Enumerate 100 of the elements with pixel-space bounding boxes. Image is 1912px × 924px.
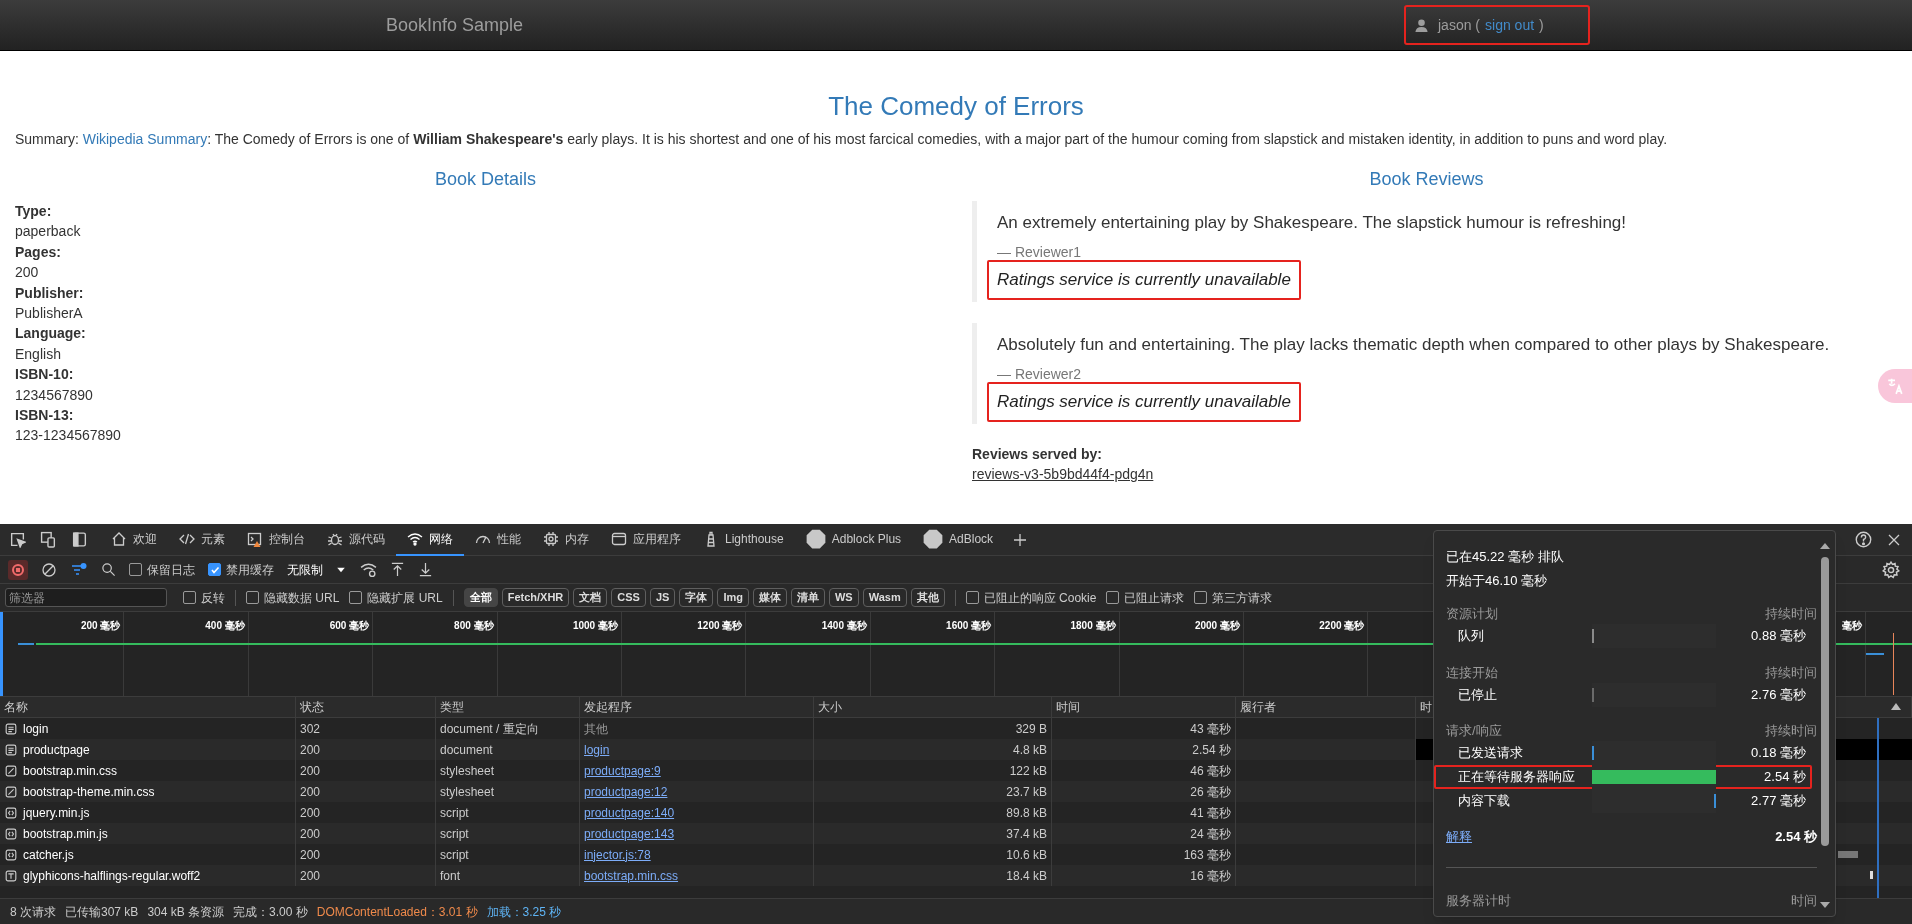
checkbox-label[interactable]: 已阻止的响应 Cookie bbox=[983, 588, 1097, 607]
initiator-link[interactable]: productpage:143 bbox=[584, 824, 675, 843]
scroll-up-icon[interactable] bbox=[1820, 543, 1830, 549]
checkbox[interactable] bbox=[183, 591, 196, 604]
devtools-tab[interactable]: Lighthouse bbox=[692, 523, 795, 556]
checkbox-label[interactable]: 反转 bbox=[201, 588, 225, 607]
devtools-tab[interactable]: 欢迎 bbox=[100, 523, 168, 556]
user-icon bbox=[1414, 17, 1429, 33]
type-filter-chip[interactable]: 清单 bbox=[790, 588, 825, 607]
served-by-link[interactable]: reviews-v3-5b9bd44f4-pdg4n bbox=[972, 464, 1154, 484]
checkbox[interactable] bbox=[246, 591, 259, 604]
ratings-message: Ratings service is currently unavailable bbox=[987, 382, 1301, 422]
devtools-tab[interactable]: Adblock Plus bbox=[794, 523, 913, 556]
review-text: An extremely entertaining play by Shakespeare. The slapstick humour is refreshing! bbox=[997, 212, 1626, 234]
section-title: 连接开始 bbox=[1446, 664, 1498, 682]
checkbox-label[interactable]: 隐藏扩展 URL bbox=[367, 588, 443, 607]
record-button[interactable] bbox=[8, 559, 28, 580]
section-title: 资源计划 bbox=[1446, 605, 1498, 623]
type-filter-chip[interactable]: JS bbox=[649, 588, 676, 607]
waterfall-bar bbox=[1870, 871, 1873, 879]
timeline-tick-label: 600 毫秒 bbox=[329, 619, 370, 633]
field-value: 1234567890 bbox=[15, 385, 93, 405]
column-header[interactable]: 发起程序 bbox=[584, 698, 632, 716]
checkbox[interactable] bbox=[1106, 591, 1120, 604]
devtools-tab[interactable]: 内存 bbox=[532, 523, 600, 556]
table-cell-text: 10.6 kB bbox=[1006, 846, 1047, 864]
initiator-link[interactable]: login bbox=[584, 740, 610, 759]
column-header[interactable]: 类型 bbox=[440, 698, 464, 716]
column-header[interactable]: 时 bbox=[1420, 698, 1432, 716]
type-filter-chip[interactable]: Img bbox=[717, 588, 749, 607]
upload-icon bbox=[390, 562, 405, 577]
checkbox[interactable] bbox=[349, 591, 363, 604]
timeline-bar bbox=[18, 643, 34, 645]
sign-out-link[interactable]: sign out bbox=[1485, 14, 1535, 36]
duration-heading: 持续时间 bbox=[1765, 664, 1818, 682]
checkbox[interactable] bbox=[129, 563, 142, 576]
type-filter-chip[interactable]: 文档 bbox=[573, 588, 608, 607]
table-cell-text: 163 毫秒 bbox=[1183, 846, 1231, 864]
type-filter-chip[interactable]: Wasm bbox=[862, 588, 907, 607]
type-filter-chip[interactable]: 其他 bbox=[910, 588, 945, 607]
initiator-link[interactable]: bootstrap.min.css bbox=[584, 866, 679, 885]
scrollbar-thumb[interactable] bbox=[1821, 557, 1829, 846]
devtools-tab[interactable]: 控制台 bbox=[236, 523, 316, 556]
sort-icon[interactable] bbox=[1891, 703, 1901, 710]
total-duration: 2.54 秒 bbox=[1775, 828, 1818, 846]
document-icon bbox=[4, 742, 18, 757]
devtools-tab[interactable]: 源代码 bbox=[316, 523, 396, 556]
home-icon bbox=[111, 530, 127, 547]
table-cell-text: 24 毫秒 bbox=[1190, 825, 1231, 843]
column-header[interactable]: 状态 bbox=[300, 698, 324, 716]
column-header[interactable]: 名称 bbox=[4, 698, 28, 716]
field-value: paperback bbox=[15, 222, 81, 242]
table-cell-text: script bbox=[440, 825, 469, 843]
devtools-tab[interactable]: AdBlock bbox=[912, 523, 1005, 556]
type-filter-chip[interactable]: WS bbox=[828, 588, 859, 607]
chip-icon bbox=[543, 530, 559, 547]
script-icon bbox=[4, 805, 18, 820]
throttle-dropdown[interactable]: 无限制 bbox=[287, 560, 347, 579]
devtools-tab[interactable]: 性能 bbox=[464, 523, 532, 556]
devtools-tab[interactable]: 应用程序 bbox=[600, 523, 692, 556]
column-header[interactable]: 时间 bbox=[1056, 698, 1080, 716]
column-header[interactable]: 履行者 bbox=[1240, 698, 1276, 716]
type-filter-chip[interactable]: Fetch/XHR bbox=[501, 588, 570, 607]
table-cell-text: 200 bbox=[300, 846, 321, 864]
checkbox[interactable] bbox=[1194, 591, 1208, 604]
checkbox[interactable] bbox=[208, 563, 221, 576]
initiator-link[interactable]: productpage:140 bbox=[584, 803, 675, 822]
checkbox-label[interactable]: 第三方请求 bbox=[1212, 588, 1273, 607]
table-cell-text: document bbox=[440, 741, 493, 759]
type-filter-chip[interactable]: 全部 bbox=[463, 588, 498, 607]
type-filter-chip[interactable]: 媒体 bbox=[752, 588, 787, 607]
table-cell-text: 46 毫秒 bbox=[1190, 762, 1231, 780]
initiator-link[interactable]: productpage:12 bbox=[584, 782, 668, 801]
checkbox-label[interactable]: 保留日志 bbox=[147, 560, 195, 579]
column-header[interactable]: 大小 bbox=[818, 698, 842, 716]
table-cell-text: catcher.js bbox=[23, 846, 74, 864]
checkbox-label[interactable]: 已阻止请求 bbox=[1124, 588, 1185, 607]
review-text: Absolutely fun and entertaining. The play lacks thematic depth when compared to other plays by Shakespeare. bbox=[997, 334, 1830, 356]
filter-input[interactable]: 筛选器 bbox=[5, 588, 167, 607]
checkbox-label[interactable]: 隐藏数据 URL bbox=[264, 588, 340, 607]
status-text: 加载：3.25 秒 bbox=[486, 903, 562, 921]
timing-duration: 0.18 毫秒 bbox=[1750, 744, 1806, 763]
queued-text: 已在45.22 毫秒 排队 bbox=[1446, 548, 1564, 566]
initiator-link[interactable]: injector.js:78 bbox=[584, 845, 651, 864]
type-filter-chip[interactable]: 字体 bbox=[679, 588, 714, 607]
timing-duration: 0.88 毫秒 bbox=[1750, 627, 1806, 646]
field-label: Language: bbox=[15, 324, 86, 344]
brand-title[interactable]: BookInfo Sample bbox=[386, 14, 524, 35]
devtools-tab[interactable]: 元素 bbox=[168, 523, 236, 556]
table-cell-text: 18.4 kB bbox=[1006, 867, 1047, 885]
type-filter-chip[interactable]: CSS bbox=[611, 588, 646, 607]
search-icon bbox=[101, 562, 116, 577]
settings-icon bbox=[1882, 560, 1900, 579]
filter-icon bbox=[70, 561, 88, 578]
document-icon bbox=[4, 721, 18, 736]
checkbox-label[interactable]: 禁用缓存 bbox=[226, 560, 274, 579]
initiator-link[interactable]: productpage:9 bbox=[584, 761, 661, 780]
checkbox[interactable] bbox=[965, 591, 979, 604]
scroll-down-icon[interactable] bbox=[1820, 902, 1830, 908]
explain-link[interactable]: 解释 bbox=[1446, 827, 1472, 847]
